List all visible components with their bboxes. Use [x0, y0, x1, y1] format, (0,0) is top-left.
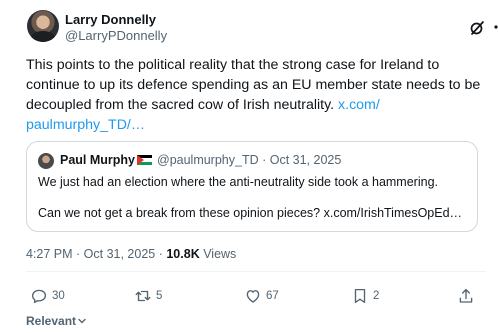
- repost-button[interactable]: 5: [134, 285, 162, 307]
- reply-icon: [31, 289, 47, 304]
- like-count: 67: [266, 290, 279, 302]
- bookmark-icon: [354, 288, 366, 304]
- more-icon[interactable]: [493, 24, 498, 30]
- quote-avatar[interactable]: [38, 153, 54, 169]
- divider: [26, 271, 486, 272]
- views-label: Views: [199, 247, 237, 261]
- quote-text-line: Can we not get a break from these opinio…: [38, 206, 463, 220]
- share-icon: [459, 288, 473, 303]
- sort-replies-button[interactable]: Relevant: [26, 314, 87, 328]
- post-meta: 4:27 PM · Oct 31, 2025 · 10.8K Views: [26, 247, 236, 261]
- action-bar: 30 5 67 2: [26, 285, 486, 307]
- quote-meta: @paulmurphy_TD · Oct 31, 2025: [157, 153, 342, 167]
- bookmark-button[interactable]: 2: [351, 285, 379, 307]
- views-count: 10.8K: [166, 247, 200, 261]
- bookmark-count: 2: [373, 290, 380, 302]
- palestine-flag-icon: [137, 155, 152, 165]
- sort-label: Relevant: [26, 314, 77, 328]
- reply-button[interactable]: 30: [30, 285, 65, 307]
- like-button[interactable]: 67: [244, 285, 279, 307]
- author-name[interactable]: Larry Donnelly: [65, 12, 156, 27]
- quoted-post[interactable]: Paul Murphy @paulmurphy_TD · Oct 31, 202…: [26, 141, 478, 232]
- share-button[interactable]: [457, 285, 475, 307]
- author-handle[interactable]: @LarryPDonnelly: [65, 28, 167, 43]
- quote-author-name[interactable]: Paul Murphy: [60, 153, 135, 167]
- post-body: This points to the political reality tha…: [26, 57, 481, 113]
- post-text: This points to the political reality tha…: [26, 55, 486, 135]
- chevron-down-icon: [78, 318, 86, 324]
- repost-count: 5: [156, 290, 163, 302]
- heart-icon: [246, 290, 260, 303]
- timestamp[interactable]: 4:27 PM · Oct 31, 2025 ·: [26, 247, 166, 261]
- post: Larry Donnelly @LarryPDonnelly This poin…: [0, 0, 498, 333]
- quote-text-line: We just had an election where the anti-n…: [38, 175, 438, 189]
- grok-icon[interactable]: [469, 20, 485, 36]
- post-header: Larry Donnelly @LarryPDonnelly: [27, 10, 498, 46]
- avatar[interactable]: [27, 10, 59, 42]
- reply-count: 30: [52, 290, 65, 302]
- repost-icon: [135, 290, 151, 302]
